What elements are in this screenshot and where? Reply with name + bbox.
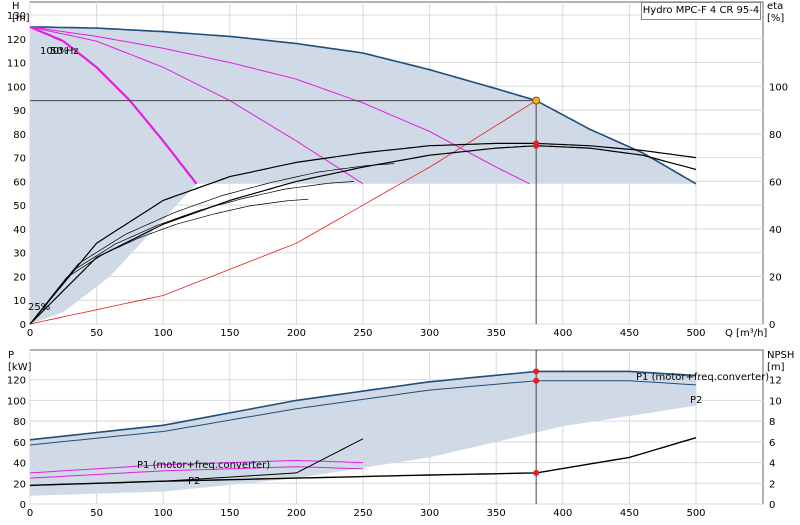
bottom-x-tick-label: 350 [487,508,506,519]
bottom-x-tick-label: 250 [353,508,372,519]
top-y-tick-label: 80 [13,130,26,141]
bottom-y-tick-label: 80 [13,417,26,428]
pump-curve-svg: 0 50 100 150 200 250 300 350 400 450 5000102030405… [7,1,794,519]
bottom-x-tick-label: 500 [686,508,705,519]
top-y-tick-label: 50 [13,201,26,212]
bottom-y-right-tick-label: 0 [769,500,775,511]
bottom-y-right-tick-label: 12 [769,376,782,387]
p2-annotation-reduced: P2 [188,476,200,487]
p2-point-marker [533,377,540,384]
bottom-x-tick-label: 450 [620,508,639,519]
bottom-y-right-axis-unit: [m] [767,362,785,373]
top-y-tick-label: 100 [7,82,26,93]
bottom-y-right-tick-label: 2 [769,479,775,490]
top-y-tick-label: 110 [7,59,26,70]
bottom-x-tick-label: 400 [553,508,572,519]
top-x-tick-label: 0 [27,328,33,339]
top-y-tick-label: 120 [7,35,26,46]
top-y-tick-label: 0 [20,320,26,331]
top-x-tick-label: 100 [154,328,173,339]
top-y-tick-label: 30 [13,249,26,260]
bottom-y-right-axis-label: NPSH [767,350,794,361]
npsh-point-marker [533,469,540,476]
bottom-y-axis-label: P [8,350,14,361]
p1-point-marker [533,368,540,375]
bottom-y-right-tick-label: 8 [769,417,775,428]
top-y-tick-label: 70 [13,154,26,165]
top-y-tick-label: 90 [13,106,26,117]
top-x-tick-label: 250 [353,328,372,339]
top-y-right-tick-label: 80 [769,130,782,141]
top-y-axis-label: H [12,1,20,12]
top-x-tick-label: 50 [90,328,103,339]
top-y-tick-label: 20 [13,272,26,283]
operating-point-marker [532,96,541,105]
top-y-right-tick-label: 0 [769,320,775,331]
top-x-tick-label: 350 [487,328,506,339]
top-y-right-tick-label: 20 [769,272,782,283]
bottom-x-tick-label: 100 [154,508,173,519]
bottom-y-tick-label: 60 [13,438,26,449]
top-y-tick-label: 10 [13,296,26,307]
bottom-y-right-tick-label: 10 [769,396,782,407]
p2-annotation-max: P2 [690,395,702,406]
min-speed-label: 25% [28,302,50,313]
pump-curve-chart: 0 50 100 150 200 250 300 350 400 450 500 0 10 20 30 40 5… [0,0,800,520]
top-y-axis-unit: [m] [12,13,30,24]
top-y-right-axis-unit: [%] [767,13,784,24]
bottom-x-tick-label: 50 [90,508,103,519]
chart-title: Hydro MPC-F 4 CR 95-4 [641,2,761,20]
bottom-y-tick-label: 20 [13,479,26,490]
bottom-y-tick-label: 0 [20,500,26,511]
top-y-right-tick-label: 40 [769,225,782,236]
bottom-y-tick-label: 120 [7,376,26,387]
top-y-right-tick-label: 100 [769,82,788,93]
bottom-y-axis-unit: [kW] [8,362,32,373]
bottom-x-tick-label: 200 [287,508,306,519]
p1-annotation-max: P1 (motor+freq.converter) [636,372,769,383]
top-x-tick-label: 200 [287,328,306,339]
top-x-tick-label: 300 [420,328,439,339]
top-x-tick-label: 150 [220,328,239,339]
bottom-x-tick-label: 150 [220,508,239,519]
efficiency-point-marker [533,142,540,149]
p1-annotation-reduced: P1 (motor+freq.converter) [137,460,270,471]
bottom-y-right-tick-label: 4 [769,459,775,470]
speed-label-hz: 50 Hz [50,46,79,57]
top-y-tick-label: 40 [13,225,26,236]
bottom-y-tick-label: 40 [13,459,26,470]
top-x-axis-label: Q [m³/h] [725,328,767,339]
bottom-x-tick-label: 0 [27,508,33,519]
bottom-y-tick-label: 100 [7,396,26,407]
bottom-y-right-tick-label: 6 [769,438,775,449]
top-y-right-axis-label: eta [767,1,783,12]
top-y-tick-label: 60 [13,177,26,188]
top-y-right-tick-label: 60 [769,177,782,188]
top-x-tick-label: 500 [686,328,705,339]
top-x-tick-label: 400 [553,328,572,339]
bottom-x-tick-label: 300 [420,508,439,519]
top-x-tick-label: 450 [620,328,639,339]
